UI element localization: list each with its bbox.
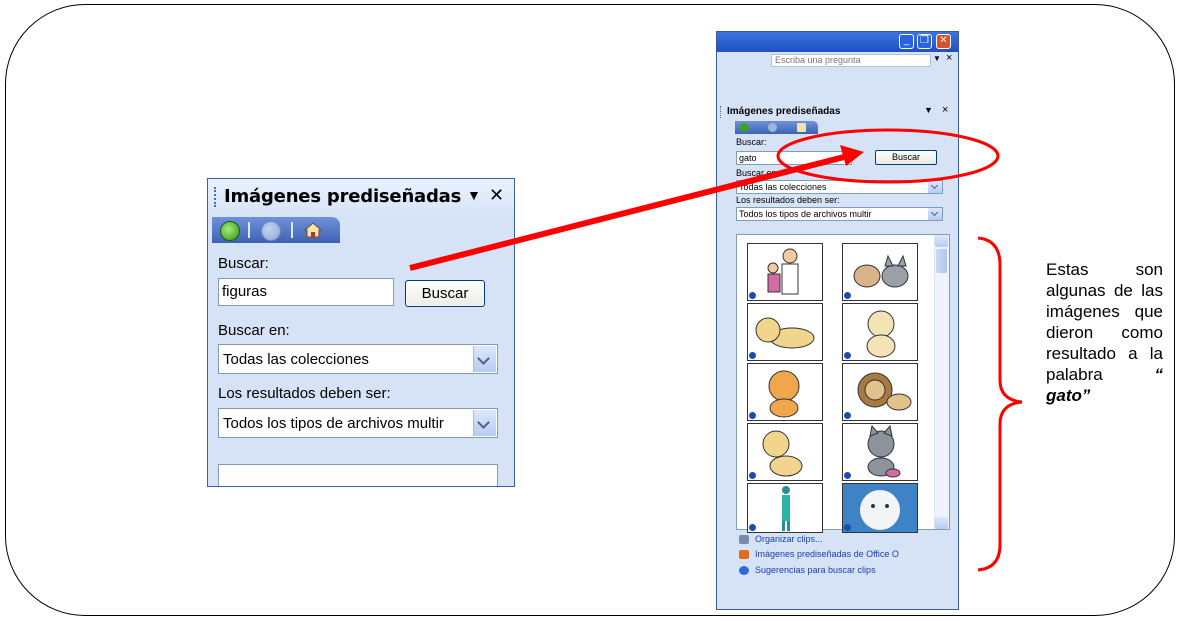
pane-title: Imágenes prediseñadas bbox=[727, 106, 841, 117]
window-titlebar: _ ❐ ✕ bbox=[717, 32, 958, 52]
office-online-link[interactable]: Imágenes prediseñadas de Office O bbox=[739, 549, 899, 559]
annotation-text: Estas son algunas de las imágenes que di… bbox=[1046, 260, 1163, 384]
lion-clipart bbox=[857, 372, 912, 411]
chevron-down-icon[interactable] bbox=[928, 181, 942, 193]
white-tiger-clipart bbox=[843, 484, 917, 532]
leopard-sitting-clipart bbox=[866, 310, 896, 358]
clipart-pane-full: _ ❐ ✕ Escriba una pregunta ▼ × Imágenes … bbox=[716, 31, 959, 610]
chevron-down-icon[interactable] bbox=[473, 346, 496, 372]
grip-icon[interactable] bbox=[720, 106, 722, 118]
search-label: Buscar: bbox=[736, 137, 767, 147]
search-in-label: Buscar en: bbox=[218, 322, 290, 339]
search-in-label: Buscar en: bbox=[736, 168, 780, 178]
results-type-value: Todos los tipos de archivos multir bbox=[739, 209, 872, 219]
clip-thumbnail-leopard-sitting[interactable] bbox=[842, 303, 918, 361]
scroll-thumb[interactable] bbox=[936, 249, 947, 273]
results-type-value: Todos los tipos de archivos multir bbox=[223, 415, 444, 432]
search-in-value: Todas las colecciones bbox=[223, 351, 369, 368]
clip-thumbnail-gray-cat[interactable] bbox=[842, 423, 918, 481]
organize-clips-label: Organizar clips... bbox=[755, 534, 823, 544]
search-in-value: Todas las colecciones bbox=[739, 182, 827, 192]
clip-thumbnail-leopard[interactable] bbox=[747, 303, 823, 361]
leopard-sitting-2-clipart bbox=[762, 430, 803, 477]
home-icon[interactable] bbox=[797, 123, 806, 132]
results-type-label: Los resultados deben ser: bbox=[736, 195, 840, 205]
scroll-up-icon[interactable] bbox=[935, 235, 948, 247]
search-tips-link[interactable]: Sugerencias para buscar clips bbox=[739, 565, 876, 575]
clip-thumbnail-doctor[interactable] bbox=[747, 243, 823, 301]
clip-thumbnail-lion[interactable] bbox=[842, 363, 918, 421]
doctor-child-clipart bbox=[767, 248, 799, 295]
clip-results-list bbox=[736, 234, 950, 533]
leopard-cub-clipart bbox=[755, 317, 815, 349]
minimize-button[interactable]: _ bbox=[899, 34, 914, 49]
clip-thumbnail-tiger-cub[interactable] bbox=[747, 363, 823, 421]
woman-figure-clipart bbox=[782, 486, 790, 531]
gray-cat-clipart bbox=[867, 424, 901, 478]
clip-thumbnail-dog-cat[interactable] bbox=[842, 243, 918, 301]
forward-icon[interactable] bbox=[768, 123, 777, 132]
pane-close-icon[interactable]: × bbox=[942, 104, 948, 116]
rounded-frame bbox=[5, 4, 1175, 616]
search-button[interactable]: Buscar bbox=[405, 280, 485, 307]
search-in-select[interactable]: Todas las colecciones bbox=[218, 344, 498, 374]
chevron-down-icon[interactable] bbox=[928, 208, 942, 220]
grip-icon[interactable] bbox=[214, 187, 218, 207]
search-button[interactable]: Buscar bbox=[875, 150, 937, 165]
search-input[interactable]: figuras bbox=[218, 278, 394, 306]
divider bbox=[291, 222, 293, 238]
dog-cat-clipart bbox=[853, 254, 909, 288]
ask-question-input[interactable]: Escriba una pregunta bbox=[771, 54, 931, 67]
clip-thumbnail-leopard-2[interactable] bbox=[747, 423, 823, 481]
results-type-select[interactable]: Todos los tipos de archivos multir bbox=[218, 408, 498, 438]
window-close-button[interactable]: ✕ bbox=[936, 34, 951, 49]
pane-menu-dropdown-icon[interactable]: ▼ bbox=[467, 187, 481, 203]
divider bbox=[248, 222, 250, 238]
results-type-label: Los resultados deben ser: bbox=[218, 385, 391, 402]
tiger-cub-clipart bbox=[768, 370, 800, 418]
pane-header: Imágenes prediseñadas ▼ × bbox=[717, 104, 958, 122]
chevron-down-icon[interactable]: ▼ bbox=[933, 54, 941, 63]
organize-clips-link[interactable]: Organizar clips... bbox=[739, 534, 823, 544]
pane-menu-dropdown-icon[interactable]: ▼ bbox=[924, 105, 933, 115]
results-area bbox=[218, 464, 498, 486]
back-icon[interactable] bbox=[740, 123, 749, 132]
search-in-select[interactable]: Todas las colecciones bbox=[736, 180, 943, 194]
search-tips-label: Sugerencias para buscar clips bbox=[755, 565, 876, 575]
clip-thumbnail-white-tiger[interactable] bbox=[842, 483, 918, 533]
back-icon[interactable] bbox=[220, 221, 240, 241]
search-label: Buscar: bbox=[218, 255, 269, 272]
pane-nav-toolbar bbox=[212, 217, 340, 243]
chevron-down-icon[interactable] bbox=[473, 410, 496, 436]
pane-nav-toolbar bbox=[735, 121, 818, 134]
scroll-down-icon[interactable] bbox=[935, 517, 948, 529]
pane-close-icon[interactable]: ✕ bbox=[489, 185, 504, 206]
office-online-label: Imágenes prediseñadas de Office O bbox=[755, 549, 899, 559]
annotation-note: Estas son algunas de las imágenes que di… bbox=[1046, 259, 1163, 406]
search-input[interactable]: gato bbox=[736, 151, 852, 165]
close-icon[interactable]: × bbox=[946, 52, 952, 64]
clip-thumbnail-woman[interactable] bbox=[747, 483, 823, 533]
clipart-pane-zoomed: Imágenes prediseñadas ▼ ✕ Buscar: figura… bbox=[207, 178, 515, 487]
restore-button[interactable]: ❐ bbox=[917, 34, 932, 49]
results-scrollbar[interactable] bbox=[934, 235, 949, 529]
pane-header: Imágenes prediseñadas ▼ ✕ bbox=[208, 179, 514, 217]
forward-icon[interactable] bbox=[261, 221, 281, 241]
results-type-select[interactable]: Todos los tipos de archivos multir bbox=[736, 207, 943, 221]
home-icon[interactable] bbox=[304, 222, 322, 238]
pane-title: Imágenes prediseñadas bbox=[224, 186, 462, 207]
